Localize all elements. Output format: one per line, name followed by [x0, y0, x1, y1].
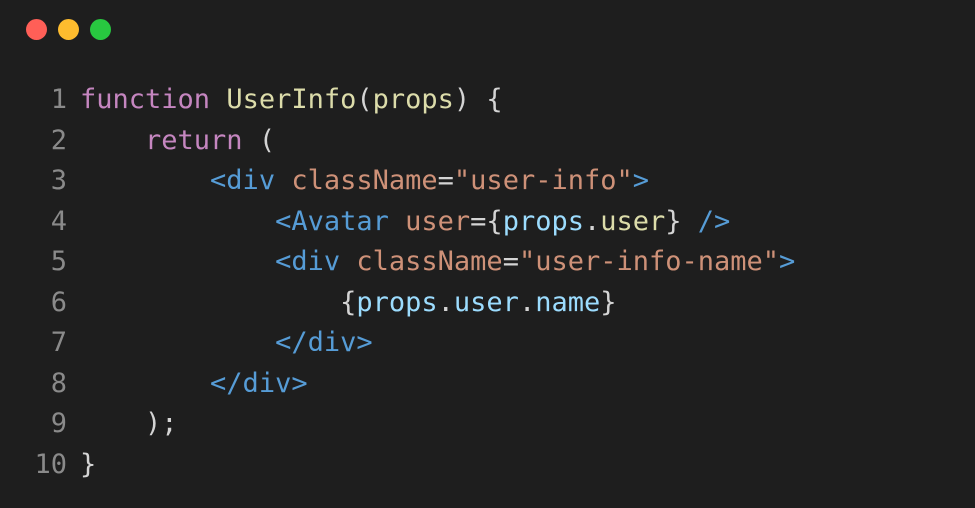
code-token: >	[632, 165, 649, 196]
code-token: name	[535, 286, 601, 318]
code-token: "user-info"	[453, 165, 633, 196]
code-token: function	[80, 84, 211, 115]
code-token: />	[697, 205, 731, 237]
code-token: ) {	[453, 84, 503, 115]
minimize-window-button[interactable]	[58, 19, 79, 40]
line-source: );	[67, 404, 178, 445]
line-source: </div>	[67, 364, 308, 405]
close-window-button[interactable]	[26, 19, 47, 40]
code-line: 8 </div>	[0, 364, 975, 405]
line-number: 2	[50, 124, 67, 156]
line-number: 4	[50, 205, 67, 237]
code-token: >	[779, 246, 796, 277]
code-token: =	[502, 246, 519, 277]
code-token: (	[356, 84, 373, 115]
zoom-window-button[interactable]	[90, 19, 111, 40]
line-number: 3	[50, 165, 67, 196]
code-token: UserInfo	[226, 84, 357, 115]
code-editor-window: 1 function UserInfo(props) {2 return (3 <…	[0, 0, 975, 508]
code-token: }	[665, 205, 682, 237]
code-line: 10}	[0, 445, 975, 486]
code-token: }	[600, 286, 617, 318]
code-token: .	[583, 205, 601, 237]
code-token: );	[80, 408, 178, 439]
line-number: 7	[50, 327, 67, 358]
code-line: 5 <div className="user-info-name">	[0, 242, 975, 283]
line-number: 1	[50, 84, 67, 115]
code-line: 6 {props.user.name}	[0, 283, 975, 324]
line-number: 5	[50, 246, 67, 277]
line-source: <Avatar user={props.user} />	[67, 202, 730, 243]
code-token: <div	[210, 165, 276, 196]
line-source: {props.user.name}	[67, 283, 617, 324]
line-source: </div>	[67, 323, 373, 364]
line-source: }	[67, 445, 96, 486]
code-token: props	[502, 205, 584, 237]
code-token: .	[437, 286, 454, 318]
code-token: "user-info-name"	[518, 246, 780, 277]
code-token: <Avatar	[275, 205, 389, 237]
code-token: <div	[275, 246, 341, 277]
code-token: ={	[470, 205, 503, 237]
line-source: <div className="user-info">	[67, 161, 649, 202]
code-token: </div>	[210, 367, 308, 399]
code-block[interactable]: 1 function UserInfo(props) {2 return (3 <…	[0, 80, 975, 485]
code-token: props	[372, 84, 454, 115]
code-line: 1 function UserInfo(props) {	[0, 80, 975, 121]
window-controls	[26, 19, 111, 40]
code-token: .	[518, 286, 536, 318]
code-line: 9 );	[0, 404, 975, 445]
code-line: 3 <div className="user-info">	[0, 161, 975, 202]
line-number: 10	[34, 448, 67, 480]
code-token: }	[80, 448, 97, 480]
code-token: user	[600, 205, 666, 237]
line-number: 6	[50, 286, 67, 318]
code-line: 4 <Avatar user={props.user} />	[0, 202, 975, 243]
line-number: 9	[50, 408, 67, 439]
code-token: user	[405, 205, 471, 237]
code-token: (	[242, 124, 276, 156]
line-source: return (	[67, 121, 275, 162]
code-token: =	[437, 165, 454, 196]
code-token: return	[145, 124, 243, 156]
line-source: <div className="user-info-name">	[67, 242, 795, 283]
line-number: 8	[50, 367, 67, 399]
code-line: 7 </div>	[0, 323, 975, 364]
code-token: {	[340, 286, 357, 318]
code-token: className	[356, 246, 503, 277]
code-line: 2 return (	[0, 121, 975, 162]
code-token: props	[356, 286, 438, 318]
code-token: </div>	[275, 327, 373, 358]
code-token: user	[453, 286, 519, 318]
code-token: className	[291, 165, 438, 196]
line-source: function UserInfo(props) {	[67, 80, 503, 121]
